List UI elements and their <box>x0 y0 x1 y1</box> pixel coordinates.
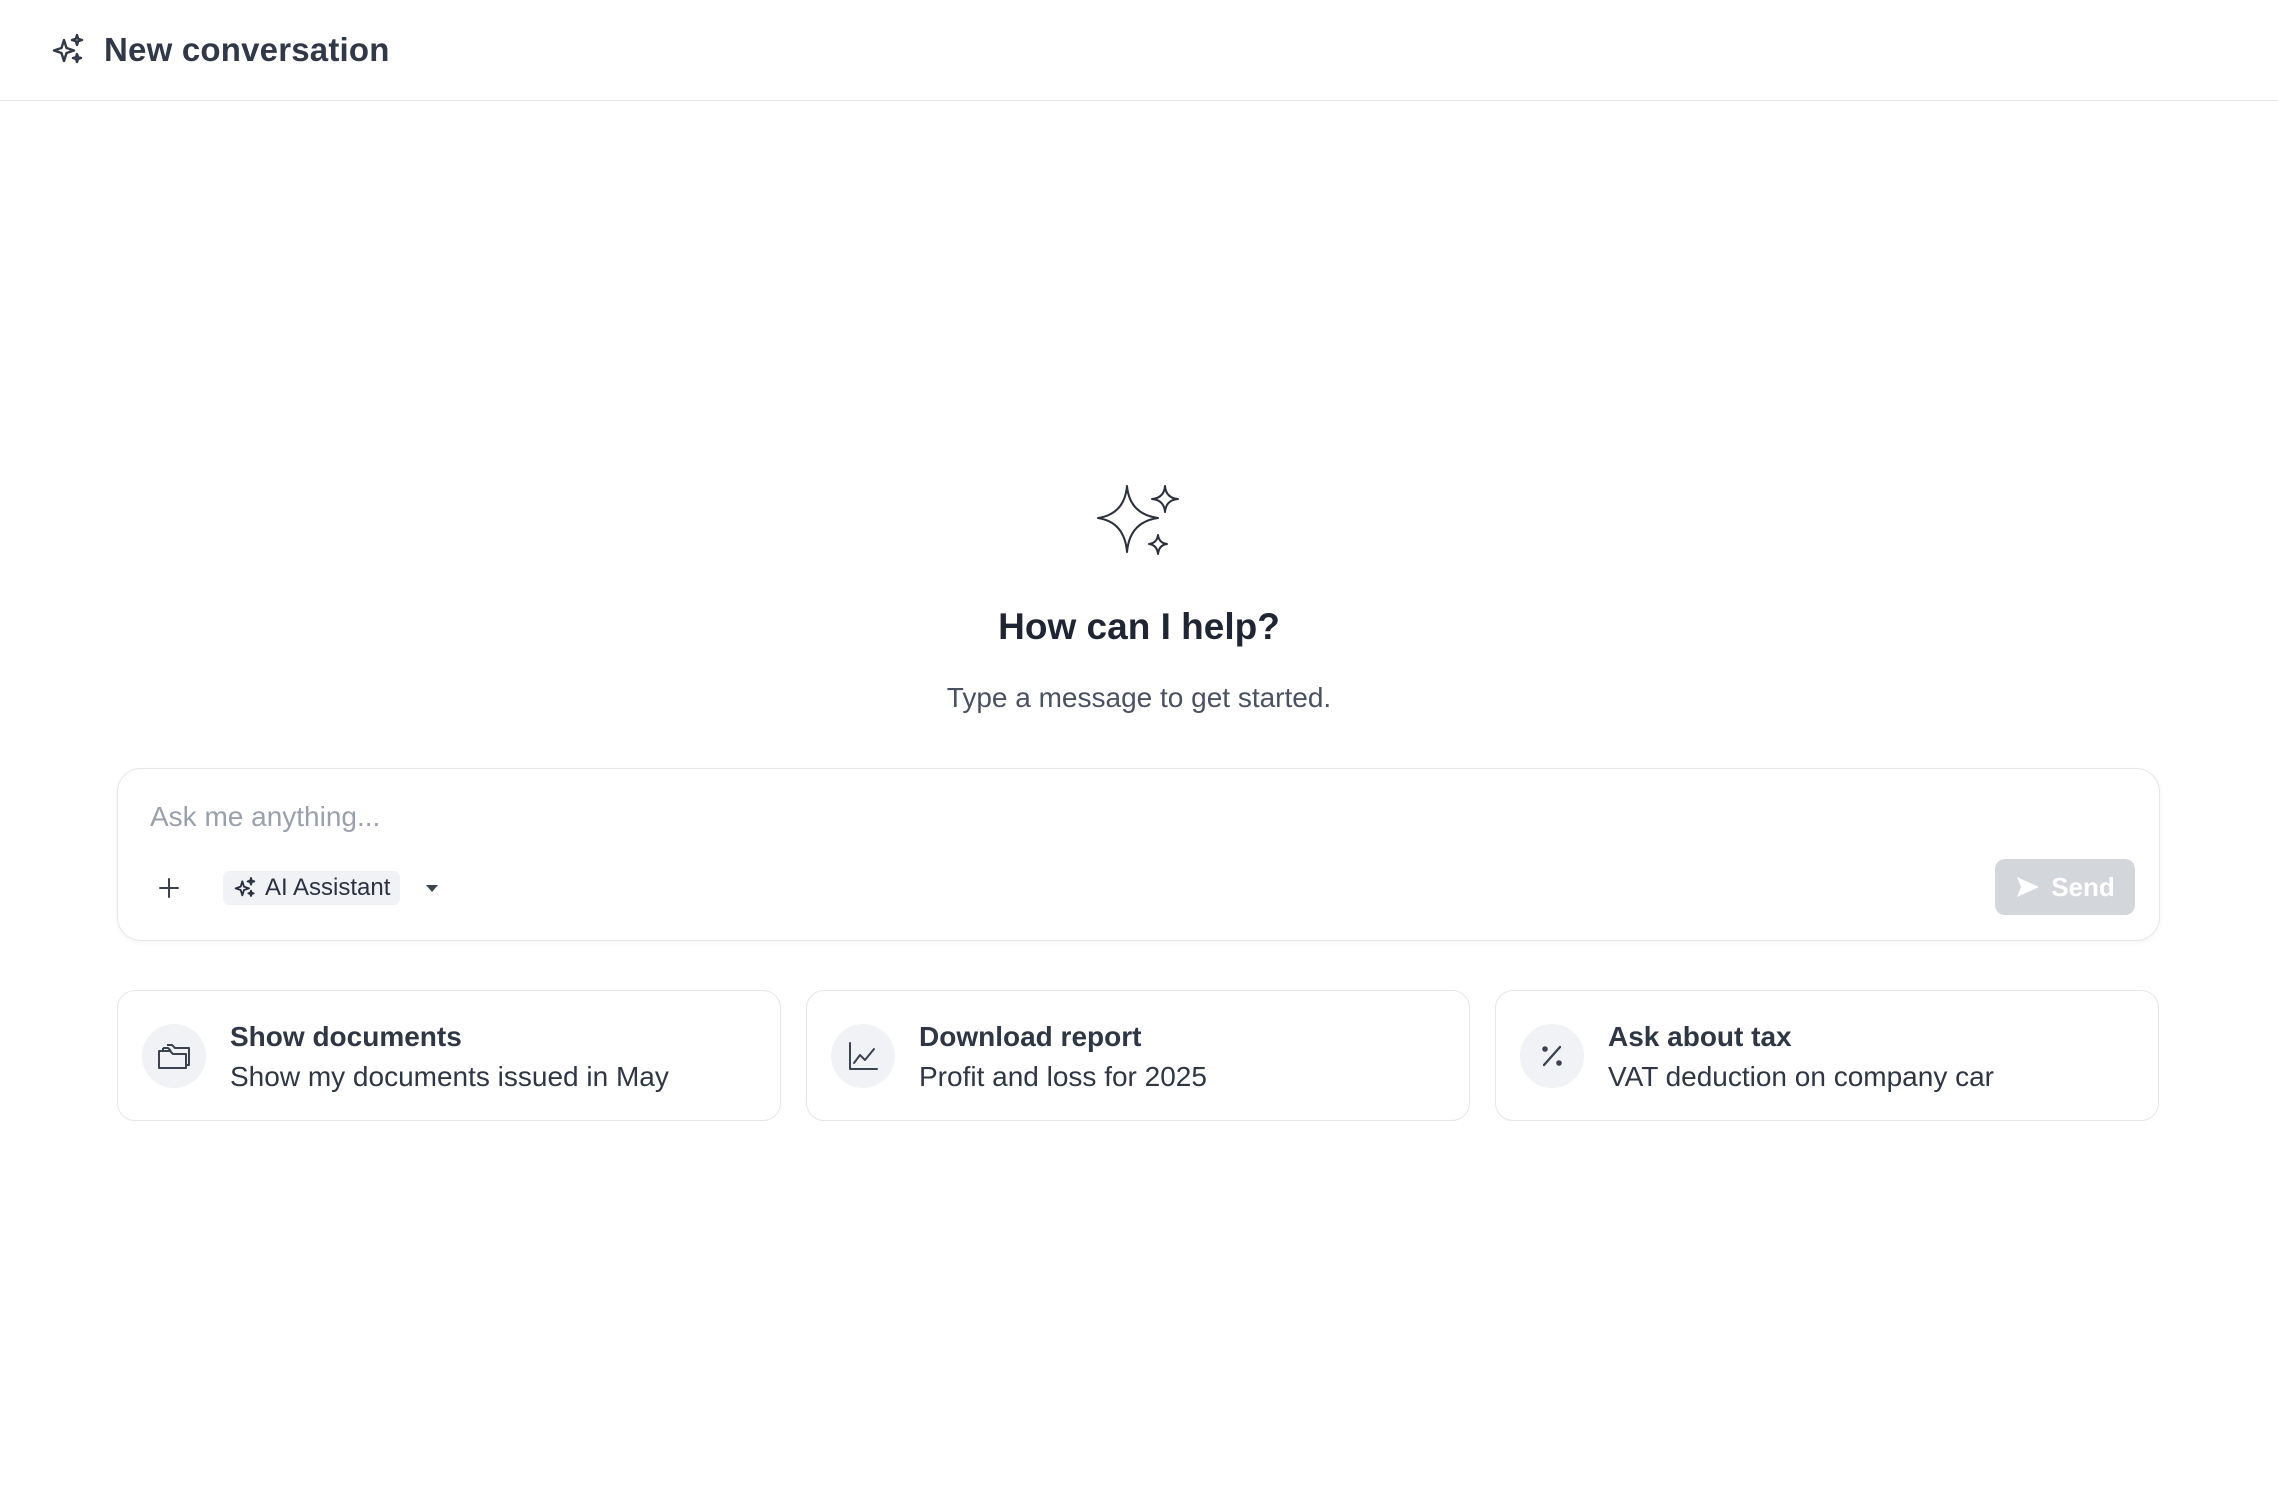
card-title: Ask about tax <box>1608 1021 1792 1052</box>
folders-icon <box>142 1024 206 1088</box>
model-selector[interactable]: AI Assistant <box>223 871 401 905</box>
paper-plane-icon <box>2015 874 2041 900</box>
line-chart-icon <box>831 1024 895 1088</box>
page-title: New conversation <box>104 31 390 68</box>
percent-icon <box>1520 1024 1584 1088</box>
message-input[interactable] <box>150 795 2050 839</box>
card-description: Profit and loss for 2025 <box>919 1061 1207 1092</box>
hero-title: How can I help? <box>998 606 1280 647</box>
card-description: Show my documents issued in May <box>230 1061 669 1092</box>
card-title: Show documents <box>230 1021 462 1052</box>
send-button[interactable]: Send <box>1995 859 2135 915</box>
card-title: Download report <box>919 1021 1142 1052</box>
attach-button[interactable] <box>152 871 186 905</box>
header-bar: New conversation <box>0 0 2278 101</box>
suggestion-card-download-report[interactable]: Download report Profit and loss for 2025 <box>806 990 1470 1121</box>
sparkles-icon <box>50 32 86 68</box>
card-description: VAT deduction on company car <box>1608 1061 1994 1092</box>
model-dropdown-button[interactable] <box>421 877 443 899</box>
model-label: AI Assistant <box>265 874 391 901</box>
sparkles-icon <box>1096 482 1182 560</box>
suggestion-card-ask-about-tax[interactable]: Ask about tax VAT deduction on company c… <box>1495 990 2159 1121</box>
caret-down-icon <box>424 880 440 896</box>
plus-icon <box>157 876 181 900</box>
send-label: Send <box>2051 871 2115 902</box>
sparkles-icon <box>233 876 257 900</box>
suggestion-card-show-documents[interactable]: Show documents Show my documents issued … <box>117 990 781 1121</box>
message-composer: AI Assistant Send <box>117 768 2160 941</box>
hero-subtitle: Type a message to get started. <box>946 682 1332 713</box>
